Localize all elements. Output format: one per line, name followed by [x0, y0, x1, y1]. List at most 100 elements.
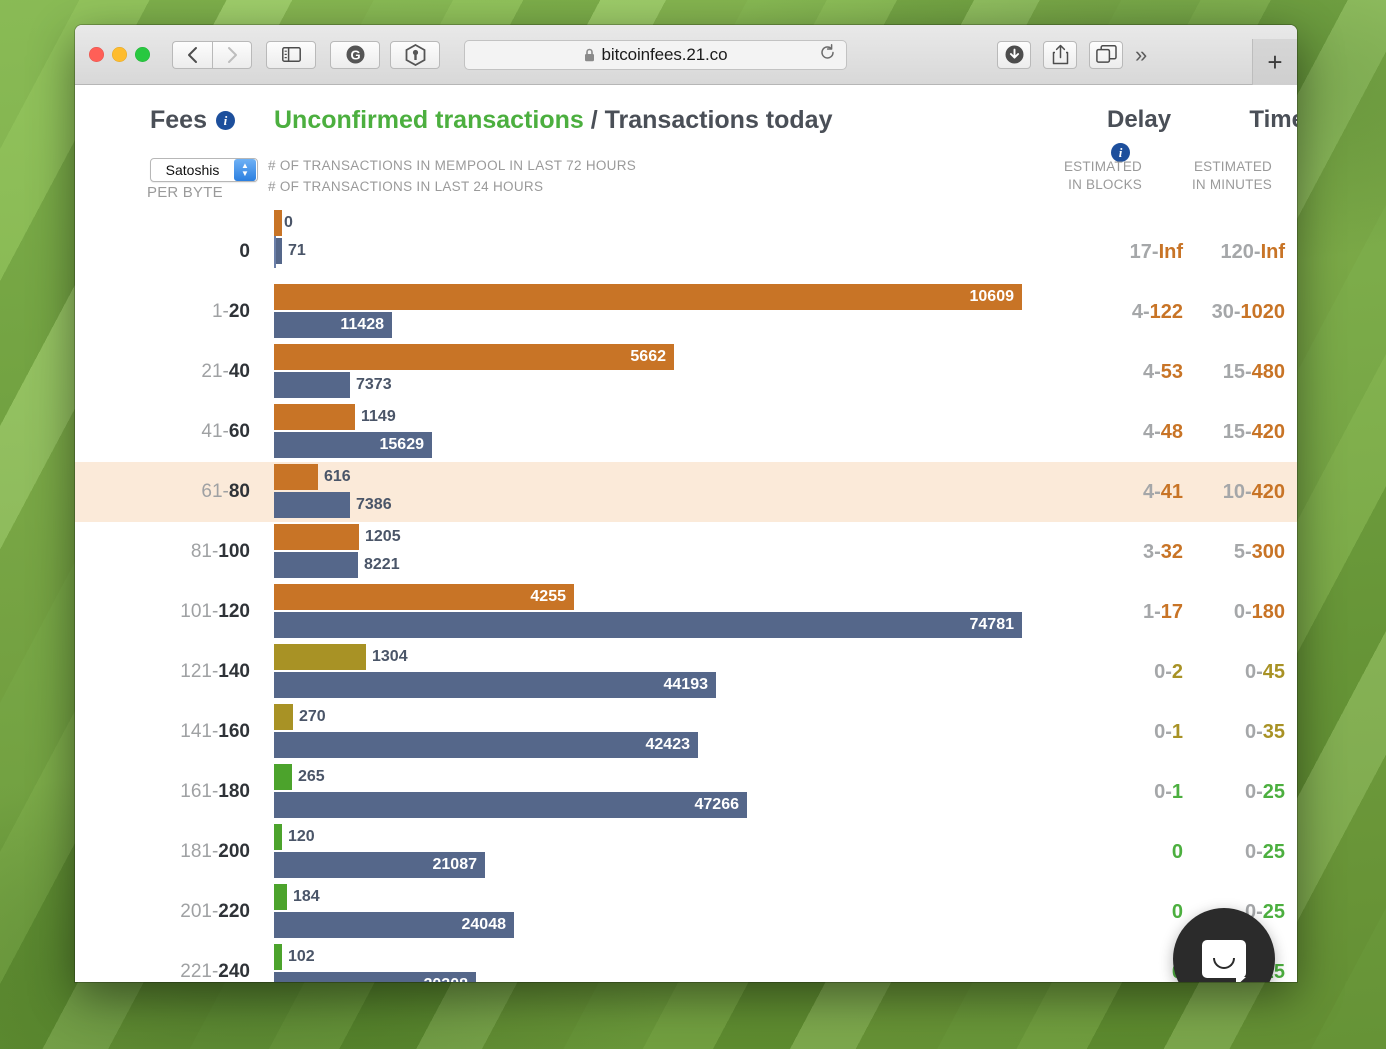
fees-info-icon[interactable]: i — [215, 111, 235, 130]
transactions-bar[interactable]: 42423 — [274, 732, 698, 758]
time-value-high: 420 — [1251, 480, 1285, 503]
sidebar-icon — [281, 47, 301, 62]
fee-unit-stepper-icon[interactable]: ▲ ▼ — [234, 159, 256, 181]
fee-row[interactable]: 221-2401022020800-25 — [75, 942, 1297, 982]
fee-unit-select[interactable]: Satoshis ▲ ▼ — [150, 158, 258, 182]
mempool-bar[interactable]: 4255 — [274, 584, 574, 610]
transactions-bar-wrap: 20208 — [274, 972, 476, 982]
transactions-bar[interactable] — [274, 552, 358, 578]
fee-range-high: 100 — [218, 541, 250, 562]
show-tab-overview-button[interactable] — [1089, 40, 1123, 69]
ghostery-extension-button[interactable]: G — [330, 40, 380, 69]
fee-range-high: 240 — [218, 961, 250, 982]
time-value-low: 15- — [1222, 420, 1252, 443]
back-button[interactable] — [172, 40, 212, 69]
bar-value-label: 44193 — [663, 676, 709, 693]
fee-range-high: 40 — [228, 361, 250, 382]
fee-row[interactable]: 1- 20 10609 11428 4- 122 30- 1020 — [75, 282, 1297, 342]
bar-value-label: 71 — [288, 242, 306, 259]
transactions-bar[interactable] — [274, 492, 350, 518]
mempool-bar[interactable] — [274, 764, 292, 790]
fee-row[interactable]: 161- 180 265 47266 0- 1 0- 25 — [75, 762, 1297, 822]
bar-group: 4255 74781 — [274, 582, 1034, 642]
bar-group: 270 42423 — [274, 702, 1034, 762]
legend-mempool-72h: # OF TRANSACTIONS IN MEMPOOL IN LAST 72 … — [268, 158, 637, 173]
delay-value-low: 3- — [1142, 540, 1161, 563]
delay-value-low: 0- — [1154, 660, 1172, 683]
transactions-bar[interactable]: 74781 — [274, 612, 1022, 638]
fee-row[interactable]: 21- 40 5662 7373 4- 53 15- 480 — [75, 342, 1297, 402]
tab-transactions-today[interactable]: Transactions today — [605, 106, 833, 134]
mempool-bar[interactable] — [274, 704, 293, 730]
mempool-bar-wrap: 5662 — [274, 344, 674, 370]
chat-bubble-icon — [1202, 940, 1246, 982]
fee-row[interactable]: 0 0 71 17- Inf 120- Inf — [75, 210, 1297, 282]
fee-row[interactable]: 181- 200 120 21087 0 0- 25 — [75, 822, 1297, 882]
transactions-bar[interactable]: 47266 — [274, 792, 747, 818]
address-bar[interactable]: bitcoinfees.21.co — [464, 39, 847, 70]
transactions-bar[interactable]: 11428 — [274, 312, 392, 338]
mempool-bar[interactable]: 10609 — [274, 284, 1022, 310]
mempool-bar[interactable] — [274, 210, 282, 236]
reload-button[interactable] — [819, 43, 836, 66]
fee-range-high: 0 — [239, 241, 250, 262]
mempool-bar[interactable] — [274, 464, 318, 490]
transactions-bar-wrap: 74781 — [274, 612, 1022, 638]
smile-icon — [1213, 958, 1235, 969]
fee-range-label: 81- 100 — [75, 522, 255, 582]
mempool-bar[interactable] — [274, 824, 282, 850]
time-subtitle-line2: IN MINUTES — [1191, 177, 1272, 192]
time-value: 15- 480 — [1183, 342, 1285, 402]
transactions-bar[interactable]: 15629 — [274, 432, 432, 458]
mempool-bar-wrap: 4255 — [274, 584, 574, 610]
tab-unconfirmed-transactions[interactable]: Unconfirmed transactions — [274, 106, 584, 134]
minimize-window-button[interactable] — [112, 47, 127, 62]
time-column-heading: Time — [1249, 106, 1297, 133]
adblock-extension-button[interactable] — [390, 40, 440, 69]
close-window-button[interactable] — [89, 47, 104, 62]
fee-range-high: 120 — [218, 601, 250, 622]
fee-row[interactable]: 141- 160 270 42423 0- 1 0- 35 — [75, 702, 1297, 762]
fee-row[interactable]: 61- 80 616 7386 4- 41 10- 420 — [75, 462, 1297, 522]
delay-value: 17- Inf — [1035, 222, 1183, 282]
fees-heading-label: Fees — [150, 106, 207, 134]
downloads-button[interactable] — [997, 40, 1031, 69]
mempool-bar-wrap: 10609 — [274, 284, 1022, 310]
fee-range-high: 80 — [228, 481, 250, 502]
fee-bar-chart: 0 0 71 17- Inf 120- Inf 1- 20 10609 11428 4- 122 30- 1… — [75, 210, 1297, 982]
bar-value-label: 184 — [293, 888, 320, 905]
transactions-bar[interactable] — [274, 372, 350, 398]
page-content: Fees i Unconfirmed transactions / Transa… — [75, 85, 1297, 982]
mempool-bar[interactable] — [274, 644, 366, 670]
show-sidebar-button[interactable] — [266, 40, 316, 69]
bar-group: 265 47266 — [274, 762, 1034, 822]
share-button[interactable] — [1043, 40, 1077, 69]
transactions-bar[interactable]: 24048 — [274, 912, 514, 938]
mempool-bar-wrap: 184 — [274, 884, 320, 910]
mempool-bar[interactable] — [274, 404, 355, 430]
fee-row[interactable]: 201- 220 184 24048 0 0- 25 — [75, 882, 1297, 942]
mempool-bar[interactable]: 5662 — [274, 344, 674, 370]
transactions-bar[interactable]: 20208 — [274, 972, 476, 982]
delay-value-high: 122 — [1149, 300, 1183, 323]
new-tab-button[interactable]: + — [1252, 39, 1297, 85]
transactions-bar[interactable]: 44193 — [274, 672, 716, 698]
forward-button[interactable] — [212, 40, 252, 69]
mempool-bar-wrap: 1304 — [274, 644, 408, 670]
fee-row[interactable]: 121- 140 1304 44193 0- 2 0- 45 — [75, 642, 1297, 702]
fee-row[interactable]: 81- 100 1205 8221 3- 32 5- 300 — [75, 522, 1297, 582]
mempool-bar[interactable] — [274, 884, 287, 910]
fee-range-low: 141- — [180, 721, 219, 742]
mempool-bar[interactable] — [274, 944, 282, 970]
transactions-bar-wrap: 24048 — [274, 912, 514, 938]
fee-range-low: 1- — [211, 301, 229, 322]
fee-row[interactable]: 101- 120 4255 74781 1- 17 0- 180 — [75, 582, 1297, 642]
transactions-bar[interactable]: 21087 — [274, 852, 485, 878]
fee-row[interactable]: 41- 60 1149 15629 4- 48 15- 420 — [75, 402, 1297, 462]
mempool-bar[interactable] — [274, 524, 359, 550]
delay-value-low: 0- — [1154, 720, 1172, 743]
toolbar-overflow-button[interactable]: » — [1135, 43, 1147, 66]
maximize-window-button[interactable] — [135, 47, 150, 62]
delay-value: 0- 1 — [1035, 762, 1183, 822]
tabs-icon — [1095, 45, 1117, 63]
